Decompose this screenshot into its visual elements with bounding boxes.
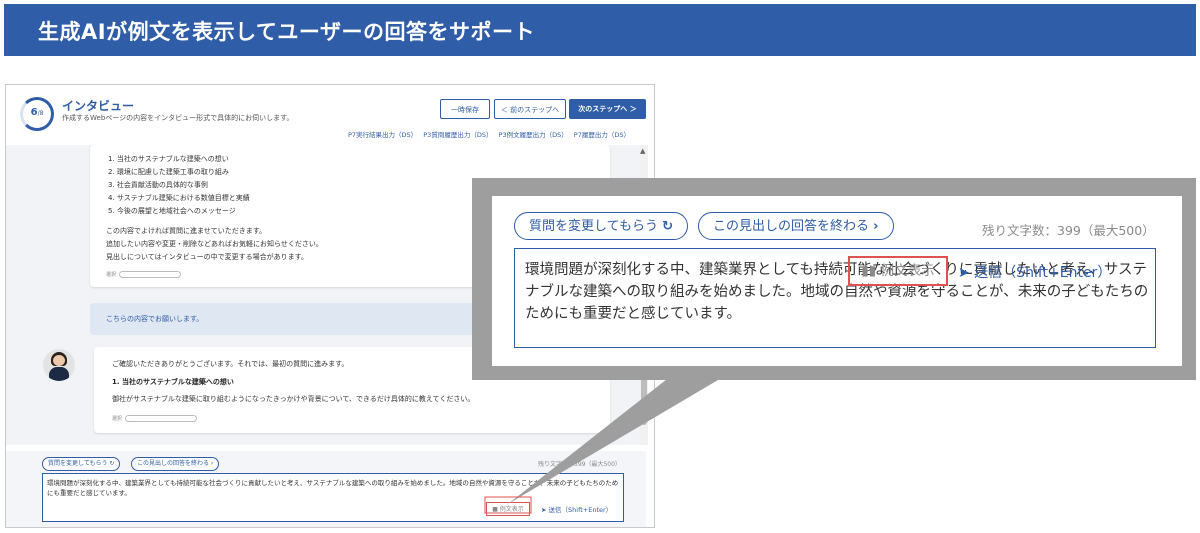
chevron-right-icon: › [873, 219, 879, 234]
send-button[interactable]: ➤ 送信（Shift+Enter） [958, 262, 1111, 282]
example-button[interactable]: ▮▮ 例文表示 [848, 256, 948, 286]
zoom-inner-panel: 質問を変更してもらう ↻ この見出しの回答を終わる › 残り文字数：399（最大… [492, 196, 1182, 366]
rephrase-question-button[interactable]: 質問を変更してもらう ↻ [514, 212, 689, 240]
remaining-chars: 残り文字数：399（最大500） [982, 223, 1155, 238]
finish-heading-button[interactable]: この見出しの回答を終わる › [698, 212, 894, 240]
zoom-callout: 質問を変更してもらう ↻ この見出しの回答を終わる › 残り文字数：399（最大… [472, 178, 1196, 380]
send-icon: ➤ [958, 265, 970, 281]
refresh-icon: ↻ [662, 219, 674, 234]
book-icon: ▮▮ [861, 263, 877, 279]
